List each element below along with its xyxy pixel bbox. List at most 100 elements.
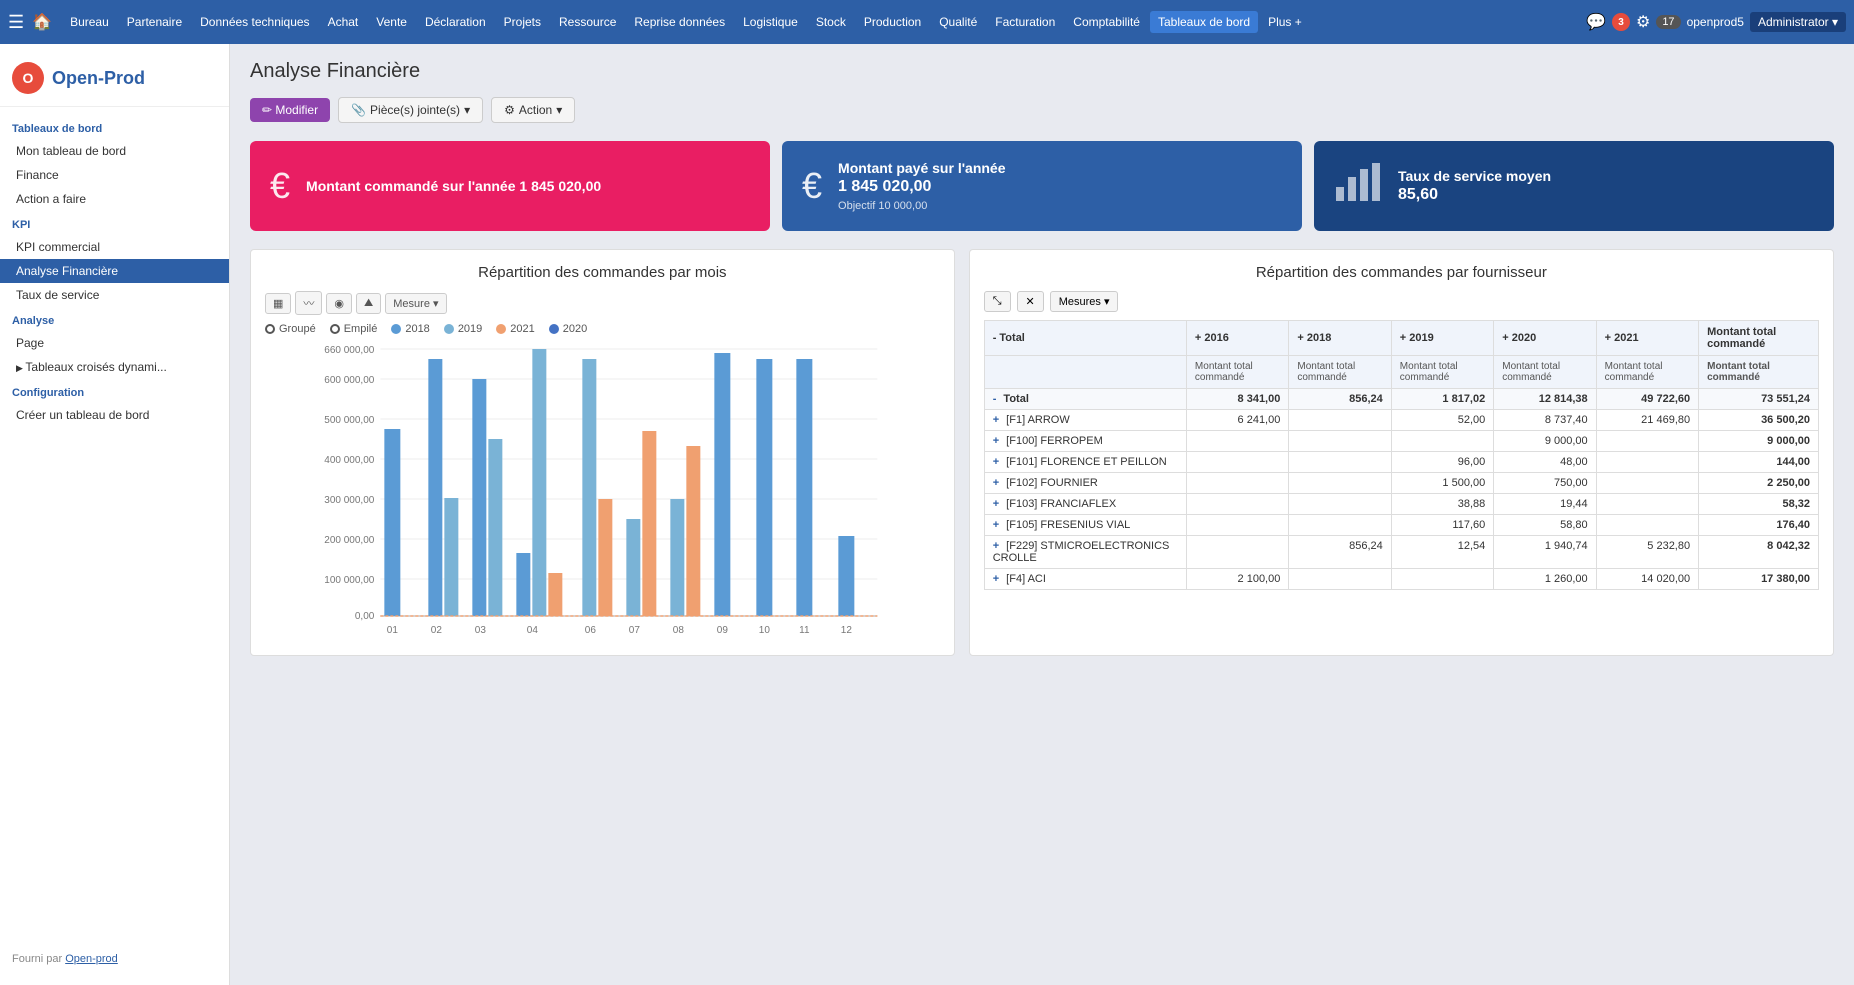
username[interactable]: openprod5 <box>1687 15 1744 29</box>
table-row: + [F229] STMICROELECTRONICS CROLLE 856,2… <box>984 536 1818 569</box>
sidebar-item-analyse-financiere[interactable]: Analyse Financière <box>0 259 229 283</box>
nav-partenaire[interactable]: Partenaire <box>119 11 190 33</box>
nav-vente[interactable]: Vente <box>368 11 415 33</box>
action-button[interactable]: ⚙ Action ▾ <box>491 97 575 123</box>
col-header-total: Montant total commandé <box>1699 321 1819 356</box>
sidebar-item-kpi-commercial[interactable]: KPI commercial <box>0 235 229 259</box>
sidebar-section-analyse: Analyse <box>0 307 229 331</box>
cell-name: + [F101] FLORENCE ET PEILLON <box>984 452 1186 473</box>
kpi-service: Taux de service moyen 85,60 <box>1314 141 1834 231</box>
sidebar-item-action[interactable]: Action a faire <box>0 187 229 211</box>
svg-text:100 000,00: 100 000,00 <box>324 575 374 586</box>
cell-2018: 856,24 <box>1289 389 1391 410</box>
bar-chart-svg: 660 000,00 600 000,00 500 000,00 400 000… <box>265 341 940 641</box>
sidebar-item-tableaux-croises[interactable]: Tableaux croisés dynami... <box>0 355 229 379</box>
svg-text:500 000,00: 500 000,00 <box>324 415 374 426</box>
nav-projets[interactable]: Projets <box>496 11 549 33</box>
modify-button[interactable]: ✏ Modifier <box>250 98 330 122</box>
kpi-paye-sub: Objectif 10 000,00 <box>838 200 1282 212</box>
cell-name: + [F105] FRESENIUS VIAL <box>984 515 1186 536</box>
table-btn-collapse[interactable]: ✕ <box>1017 291 1044 312</box>
cell-2016: 8 341,00 <box>1186 389 1288 410</box>
chart-measure-btn[interactable]: Mesure ▾ <box>385 293 446 314</box>
svg-text:O: O <box>23 70 34 86</box>
table-row: + [F101] FLORENCE ET PEILLON 96,00 48,00… <box>984 452 1818 473</box>
bar-chart-toolbar: ▦ 〰 ◉ ⛰ Mesure ▾ <box>265 291 940 315</box>
col-header-2019: + 2019 <box>1391 321 1493 356</box>
col-header-2020: + 2020 <box>1494 321 1596 356</box>
nav-logistique[interactable]: Logistique <box>735 11 806 33</box>
col-header-2021: + 2021 <box>1596 321 1698 356</box>
nav-ressource[interactable]: Ressource <box>551 11 624 33</box>
euro-icon-2: € <box>802 165 822 207</box>
nav-tableaux[interactable]: Tableaux de bord <box>1150 11 1258 33</box>
bar-chart-legend: Groupé Empilé 2018 2019 <box>265 323 940 335</box>
settings-icon[interactable]: ⚙ <box>1636 12 1650 32</box>
chart-btn-area[interactable]: ⛰ <box>356 293 381 314</box>
settings-count: 17 <box>1656 15 1680 29</box>
cell-total: 73 551,24 <box>1699 389 1819 410</box>
messages-count[interactable]: 3 <box>1612 13 1630 31</box>
table-row: + [F103] FRANCIAFLEX 38,88 19,44 58,32 <box>984 494 1818 515</box>
nav-stock[interactable]: Stock <box>808 11 854 33</box>
layout: O Open-Prod Tableaux de bord Mon tableau… <box>0 44 1854 985</box>
chart-btn-line[interactable]: 〰 <box>295 291 322 315</box>
hamburger-icon[interactable]: ☰ <box>8 12 24 33</box>
sidebar-item-finance[interactable]: Finance <box>0 163 229 187</box>
svg-text:600 000,00: 600 000,00 <box>324 375 374 386</box>
sidebar-item-mon-tableau[interactable]: Mon tableau de bord <box>0 139 229 163</box>
bar-chart-panel: Répartition des commandes par mois ▦ 〰 ◉… <box>250 249 955 656</box>
nav-donnees[interactable]: Données techniques <box>192 11 317 33</box>
nav-qualite[interactable]: Qualité <box>931 11 985 33</box>
messages-icon[interactable]: 💬 <box>1586 12 1606 32</box>
page-title: Analyse Financière <box>250 60 1834 83</box>
nav-facturation[interactable]: Facturation <box>987 11 1063 33</box>
admin-dropdown[interactable]: Administrator ▾ <box>1750 12 1846 32</box>
table-row: + [F100] FERROPEM 9 000,00 9 000,00 <box>984 431 1818 452</box>
kpi-paye: € Montant payé sur l'année 1 845 020,00 … <box>782 141 1302 231</box>
sidebar: O Open-Prod Tableaux de bord Mon tableau… <box>0 44 230 985</box>
cell-2021: 49 722,60 <box>1596 389 1698 410</box>
nav-comptabilite[interactable]: Comptabilité <box>1065 11 1148 33</box>
nav-production[interactable]: Production <box>856 11 929 33</box>
nav-achat[interactable]: Achat <box>320 11 367 33</box>
table-btn-expand[interactable]: ⤡ <box>984 291 1011 312</box>
svg-text:400 000,00: 400 000,00 <box>324 455 374 466</box>
sidebar-section-kpi: KPI <box>0 211 229 235</box>
kpi-service-value: 85,60 <box>1398 186 1814 204</box>
table-measures-btn[interactable]: Mesures ▾ <box>1050 291 1119 312</box>
chart-btn-pie[interactable]: ◉ <box>326 293 352 314</box>
cell-name: + [F4] ACI <box>984 569 1186 590</box>
col-header-name: - Total <box>984 321 1186 356</box>
svg-text:07: 07 <box>629 625 641 636</box>
logo-text: Open-Prod <box>52 68 145 89</box>
nav-reprise[interactable]: Reprise données <box>626 11 733 33</box>
legend-2018: 2018 <box>391 323 429 335</box>
bar-chart-icon <box>1334 159 1382 213</box>
nav-plus[interactable]: Plus + <box>1260 11 1310 33</box>
home-icon[interactable]: 🏠 <box>32 12 52 32</box>
legend-stacked: Empilé <box>330 323 378 335</box>
cell-name: + [F229] STMICROELECTRONICS CROLLE <box>984 536 1186 569</box>
sidebar-section-config: Configuration <box>0 379 229 403</box>
sidebar-footer-link[interactable]: Open-prod <box>65 953 118 965</box>
chart-btn-bar[interactable]: ▦ <box>265 293 291 314</box>
pieces-button[interactable]: 📎 📎 Pièce(s) jointe(s) Pièce(s) jointe(s… <box>338 97 483 123</box>
svg-text:10: 10 <box>759 625 771 636</box>
legend-grouped: Groupé <box>265 323 316 335</box>
kpi-row: € Montant commandé sur l'année 1 845 020… <box>250 141 1834 231</box>
table-scroll-wrap: - Total + 2016 + 2018 + 2019 + 2020 + 20… <box>984 320 1819 590</box>
svg-text:200 000,00: 200 000,00 <box>324 535 374 546</box>
nav-bureau[interactable]: Bureau <box>62 11 117 33</box>
cell-name: + [F103] FRANCIAFLEX <box>984 494 1186 515</box>
sidebar-item-page[interactable]: Page <box>0 331 229 355</box>
kpi-service-label: Taux de service moyen <box>1398 168 1814 184</box>
legend-2021: 2021 <box>496 323 534 335</box>
nav-declaration[interactable]: Déclaration <box>417 11 494 33</box>
kpi-commande-label: Montant commandé sur l'année 1 845 020,0… <box>306 178 750 194</box>
svg-text:04: 04 <box>527 625 539 636</box>
sidebar-item-taux-service[interactable]: Taux de service <box>0 283 229 307</box>
svg-text:300 000,00: 300 000,00 <box>324 495 374 506</box>
logo-icon: O <box>12 62 44 94</box>
sidebar-item-creer[interactable]: Créer un tableau de bord <box>0 403 229 427</box>
